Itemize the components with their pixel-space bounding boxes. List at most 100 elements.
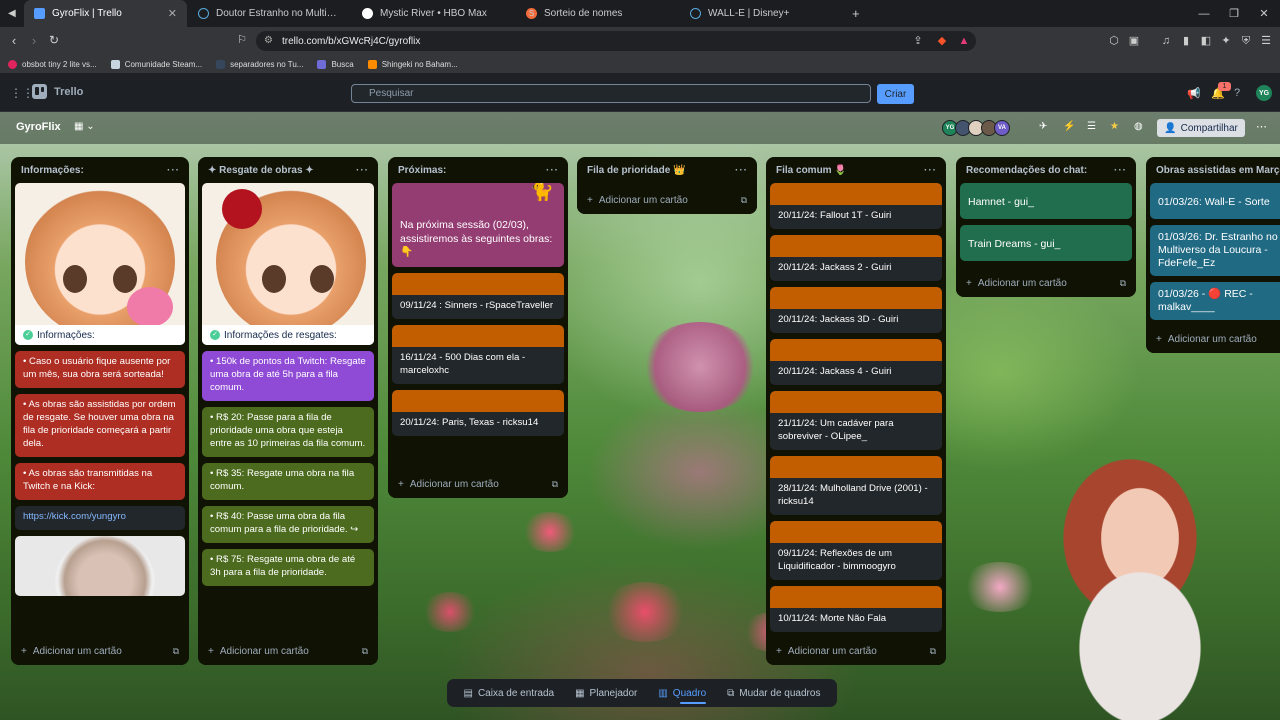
list-menu-icon[interactable]: ···: [546, 165, 559, 176]
bookmark-icon[interactable]: ⚐: [232, 33, 252, 46]
list-menu-icon[interactable]: ···: [924, 165, 937, 176]
site-info-icon[interactable]: ⚙: [264, 35, 273, 46]
board-view-switcher-icon[interactable]: ▦ ⌄: [74, 121, 95, 132]
tab-audio-icon[interactable]: ◀: [8, 8, 16, 19]
nav-planner[interactable]: ▦ Planejador: [575, 679, 637, 707]
add-card-button[interactable]: + Adicionar um cartão: [208, 646, 309, 657]
visibility-icon[interactable]: ◍: [1134, 121, 1143, 132]
bookmark-item[interactable]: separadores no Tu...: [216, 59, 303, 69]
list-card[interactable]: • 150k de pontos da Twitch: Resgate uma …: [202, 351, 374, 401]
tab-sorteio[interactable]: S Sorteio de nomes: [516, 0, 679, 27]
list-card[interactable]: Train Dreams - gui_: [960, 225, 1132, 261]
close-tab-icon[interactable]: ✕: [168, 7, 177, 20]
bookmark-item[interactable]: Busca: [317, 59, 354, 69]
list-card[interactable]: 01/03/26: Wall-E - Sorte: [1150, 183, 1280, 219]
list-card[interactable]: 01/03/26 - 🔴 REC - malkav____: [1150, 282, 1280, 320]
list-card[interactable]: 20/11/24: Fallout 1T - Guiri: [770, 183, 942, 229]
list-header[interactable]: Informações: ···: [11, 157, 189, 183]
restore-icon[interactable]: ❐: [1218, 0, 1250, 27]
brave-rewards-icon[interactable]: ▲: [957, 34, 971, 48]
add-card-button[interactable]: + Adicionar um cartão: [398, 479, 499, 490]
list-card[interactable]: Hamnet - gui_: [960, 183, 1132, 219]
wallet-icon[interactable]: ◧: [1199, 34, 1213, 48]
card-template-icon[interactable]: ⧉: [741, 195, 747, 206]
nav-board[interactable]: ▥ Quadro: [658, 679, 706, 707]
list-card[interactable]: 20/11/24: Jackass 4 - Guiri: [770, 339, 942, 385]
automation-icon[interactable]: ⚡: [1063, 121, 1075, 132]
power-ups-icon[interactable]: ✈: [1039, 121, 1047, 132]
music-icon[interactable]: ♫: [1159, 34, 1173, 48]
add-card-button[interactable]: + Adicionar um cartão: [587, 195, 688, 206]
list-card[interactable]: 21/11/24: Um cadáver para sobreviver - O…: [770, 391, 942, 450]
new-tab-button[interactable]: +: [852, 6, 860, 21]
board-title[interactable]: GyroFlix: [16, 121, 61, 133]
list-card[interactable]: 20/11/24: Jackass 3D - Guiri: [770, 287, 942, 333]
list-header[interactable]: Fila comum 🌷 ···: [766, 157, 946, 183]
bookmark-item[interactable]: obsbot tiny 2 lite vs...: [8, 59, 97, 69]
add-card-button[interactable]: + Adicionar um cartão: [966, 278, 1067, 289]
list-card[interactable]: • R$ 20: Passe para a fila de prioridade…: [202, 407, 374, 457]
star-icon[interactable]: ★: [1110, 121, 1119, 132]
list-card[interactable]: • R$ 40: Passe uma obra da fila comum pa…: [202, 506, 374, 543]
tab-trello[interactable]: GyroFlix | Trello ✕: [24, 0, 187, 27]
list-card[interactable]: 28/11/24: Mulholland Drive (2001) - rick…: [770, 456, 942, 515]
user-avatar[interactable]: YG: [1256, 85, 1272, 101]
menu-icon[interactable]: ☰: [1259, 34, 1273, 48]
list-card[interactable]: 🐈 Na próxima sessão (02/03), assistiremo…: [392, 183, 564, 267]
bookmark-item[interactable]: Shingeki no Baham...: [367, 59, 458, 69]
back-icon[interactable]: ‹: [4, 33, 24, 48]
list-menu-icon[interactable]: ···: [735, 165, 748, 176]
kick-link[interactable]: https://kick.com/yungyro: [15, 506, 185, 530]
list-card[interactable]: 10/11/24: Morte Não Fala: [770, 586, 942, 632]
list-menu-icon[interactable]: ···: [1114, 165, 1127, 176]
list-menu-icon[interactable]: ···: [167, 165, 180, 176]
list-card[interactable]: 20/11/24: Paris, Texas - ricksu14: [392, 389, 564, 436]
share-button[interactable]: 👤 Compartilhar: [1157, 119, 1245, 137]
screenshot-icon[interactable]: ▣: [1127, 34, 1141, 48]
reload-icon[interactable]: ↻: [44, 33, 64, 47]
tab-doctor-strange[interactable]: Doutor Estranho no Multiverso da Lo: [188, 0, 351, 27]
list-card[interactable]: https://kick.com/yungyro: [15, 506, 185, 530]
url-field[interactable]: ⚙ trello.com/b/xGWcRj4C/gyroflix: [256, 31, 976, 51]
image-card[interactable]: ✓ Informações:: [15, 183, 185, 345]
create-button[interactable]: Criar: [877, 84, 914, 104]
ai-assistant-icon[interactable]: ✦: [1219, 34, 1233, 48]
tab-walle[interactable]: WALL-E | Disney+: [680, 0, 843, 27]
vpn-icon[interactable]: ⛨: [1239, 34, 1253, 48]
card-template-icon[interactable]: ⧉: [1120, 278, 1126, 289]
list-header[interactable]: Fila de prioridade 👑 ···: [577, 157, 757, 183]
app-switcher-icon[interactable]: ⋮⋮: [10, 87, 34, 99]
trello-logo[interactable]: Trello: [32, 84, 83, 99]
list-card[interactable]: 01/03/26: Dr. Estranho no Multiverso da …: [1150, 225, 1280, 276]
image-card[interactable]: ✓ Informações de resgates:: [202, 183, 374, 345]
share-page-icon[interactable]: ⇪: [911, 34, 925, 48]
board-menu-icon[interactable]: ⋯: [1256, 120, 1267, 133]
brave-shield-icon[interactable]: ◆: [935, 34, 949, 48]
add-card-button[interactable]: + Adicionar um cartão: [21, 646, 122, 657]
list-card[interactable]: 09/11/24: Reflexões de um Liquidificador…: [770, 521, 942, 580]
filter-icon[interactable]: ☰: [1087, 121, 1096, 132]
close-window-icon[interactable]: ✕: [1248, 0, 1280, 27]
minimize-icon[interactable]: —: [1188, 0, 1220, 27]
forward-icon[interactable]: ›: [24, 33, 44, 48]
board-members[interactable]: YG VA: [942, 120, 1010, 136]
tab-hbo[interactable]: Mystic River • HBO Max: [352, 0, 515, 27]
help-icon[interactable]: ?: [1234, 87, 1240, 99]
list-card[interactable]: • As obras são assistidas por ordem de r…: [15, 394, 185, 457]
list-card[interactable]: • Caso o usuário fique ausente por um mê…: [15, 351, 185, 388]
list-card[interactable]: • As obras são transmitidas na Twitch e …: [15, 463, 185, 500]
card-template-icon[interactable]: ⧉: [552, 479, 558, 490]
list-card[interactable]: 09/11/24 : Sinners - rSpaceTraveller: [392, 272, 564, 319]
card-template-icon[interactable]: ⧉: [173, 646, 179, 657]
card-template-icon[interactable]: ⧉: [930, 646, 936, 657]
list-card[interactable]: 16/11/24 - 500 Dias com ela - marceloxhc: [392, 324, 564, 384]
add-card-button[interactable]: + Adicionar um cartão: [1156, 334, 1257, 345]
list-header[interactable]: ✦ Resgate de obras ✦ ···: [198, 157, 378, 183]
bookmark-item[interactable]: Comunidade Steam...: [110, 59, 202, 69]
list-card[interactable]: • R$ 35: Resgate uma obra na fila comum.: [202, 463, 374, 500]
megaphone-icon[interactable]: 📢: [1187, 87, 1201, 100]
card-template-icon[interactable]: ⧉: [362, 646, 368, 657]
search-input[interactable]: [351, 84, 871, 103]
member-avatar[interactable]: VA: [994, 120, 1010, 136]
add-card-button[interactable]: + Adicionar um cartão: [776, 646, 877, 657]
